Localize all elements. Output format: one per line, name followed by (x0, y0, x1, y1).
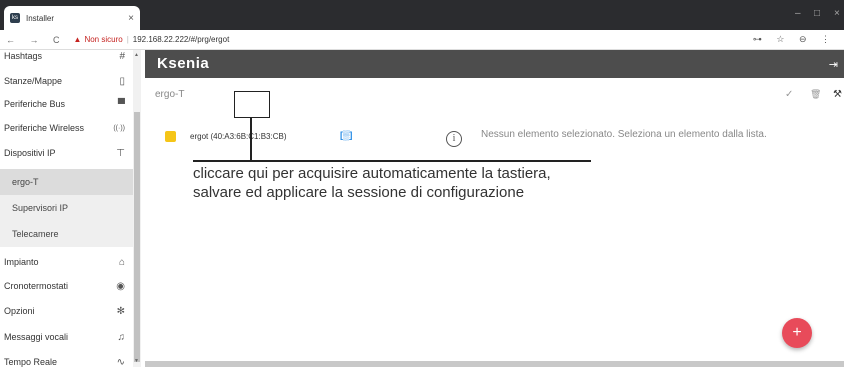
page-title: ergo-T (155, 89, 185, 100)
nav-buttons[interactable]: ← → C (6, 35, 66, 45)
callout-text: cliccare qui per acquisire automaticamen… (193, 164, 551, 202)
callout-box (234, 91, 270, 118)
logout-icon[interactable]: ⇥ (829, 58, 838, 71)
bus-device-icon: ▀ (117, 98, 125, 110)
sidebar-item-label: Periferiche Bus (4, 99, 66, 109)
sidebar-item-label: Dispositivi IP (4, 148, 56, 158)
map-icon: ▯ (119, 75, 125, 87)
sidebar-item-label: Cronotermostati (4, 281, 69, 291)
sidebar-subitem-telecamere[interactable]: Telecamere (0, 221, 133, 247)
callout-line-horizontal (193, 160, 591, 162)
sidebar-scroll-thumb[interactable] (134, 112, 140, 362)
gear-icon: ✻ (116, 305, 125, 317)
device-list-item[interactable]: ergot (40:A3:6B:C1:B3:CB) (165, 128, 287, 144)
sidebar-item-stanze-mappe[interactable]: Stanze/Mappe ▯ (0, 69, 133, 93)
sidebar-item-tempo-reale[interactable]: Tempo Reale ∿ (0, 350, 133, 367)
sidebar-item-dispositivi-ip[interactable]: Dispositivi IP ⊤ (0, 141, 133, 165)
hashtag-icon: # (119, 50, 125, 62)
sidebar-item-opzioni[interactable]: Opzioni ✻ (0, 299, 133, 323)
sidebar-item-label: Messaggi vocali (4, 332, 69, 342)
url-text[interactable]: 192.168.22.222/#/prg/ergot (133, 35, 230, 44)
sidebar-item-periferiche-bus[interactable]: Periferiche Bus ▀ (0, 92, 133, 116)
sidebar-item-impianto[interactable]: Impianto ⌂ (0, 250, 133, 274)
warning-icon: ▲ (73, 35, 82, 44)
sidebar-item-label: Periferiche Wireless (4, 123, 85, 133)
bottom-scrollbar[interactable] (145, 361, 844, 367)
thermostat-icon: ◉ (116, 280, 125, 292)
sidebar-item-label: Stanze/Mappe (4, 76, 63, 86)
callout-line-vertical (250, 118, 252, 161)
scroll-up-icon[interactable]: ▲ (134, 52, 139, 58)
sidebar-item-label: Tempo Reale (4, 357, 58, 367)
sidebar-item-label: Impianto (4, 257, 39, 267)
maximize-icon[interactable]: □ (814, 8, 820, 19)
check-icon[interactable]: ✓ (785, 89, 793, 100)
wireless-icon: ((·)) (113, 124, 125, 132)
scroll-down-icon[interactable]: ▼ (134, 358, 139, 364)
scan-icon[interactable]: [▒] (340, 130, 352, 140)
pulse-icon: ∿ (116, 356, 125, 367)
callout-line-2: salvare ed applicare la sessione di conf… (193, 184, 525, 201)
sidebar-subitem-ergo-t[interactable]: ergo-T (0, 169, 133, 195)
sidebar-item-periferiche-wireless[interactable]: Periferiche Wireless ((·)) (0, 116, 133, 140)
sidebar-item-label: Hashtags (4, 51, 43, 61)
trash-icon[interactable]: 🗑 (810, 89, 821, 100)
app-header: Ksenia ⇥ (145, 50, 844, 78)
tools-icon[interactable]: ⚒ (833, 89, 842, 100)
sidebar-subitem-supervisori-ip[interactable]: Supervisori IP (0, 195, 133, 221)
keypad-device-icon (165, 130, 176, 142)
callout-line-1: cliccare qui per acquisire automaticamen… (193, 165, 551, 182)
info-icon: i (446, 131, 462, 147)
antenna-icon: ⊤ (116, 147, 125, 159)
voice-icon: ♫ (117, 331, 126, 343)
sidebar-item-label: Opzioni (4, 306, 35, 316)
sidebar-item-hashtags[interactable]: Hashtags # (0, 50, 133, 68)
not-secure-label[interactable]: Non sicuro (84, 35, 122, 44)
logo-text: enia (177, 55, 210, 72)
device-label: ergot (40:A3:6B:C1:B3:CB) (190, 131, 287, 141)
address-bar[interactable]: ← → C ▲ Non sicuro | 192.168.22.222/#/pr… (0, 30, 844, 50)
browser-titlebar: ks Installer × – □ × (0, 0, 844, 30)
browser-action-icons[interactable]: ⊶ ☆ ⊖ ⋮ (753, 34, 836, 45)
building-icon: ⌂ (118, 256, 125, 268)
ksenia-logo: Ksenia (157, 55, 209, 72)
minimize-icon[interactable]: – (795, 8, 801, 19)
info-message: Nessun elemento selezionato. Seleziona u… (481, 129, 767, 140)
sidebar-item-messaggi-vocali[interactable]: Messaggi vocali ♫ (0, 325, 133, 349)
sidebar: Hashtags # Stanze/Mappe ▯ Periferiche Bu… (0, 50, 145, 367)
tab-close-icon[interactable]: × (128, 13, 134, 24)
sidebar-item-cronotermostati[interactable]: Cronotermostati ◉ (0, 274, 133, 298)
logo-k: Ks (157, 55, 178, 72)
window-close-icon[interactable]: × (834, 8, 840, 19)
tab-title: Installer (26, 13, 55, 23)
add-button[interactable]: + (782, 318, 812, 348)
address-separator: | (126, 35, 129, 44)
browser-tab[interactable]: ks Installer × (4, 6, 140, 30)
favicon-icon: ks (10, 13, 20, 23)
